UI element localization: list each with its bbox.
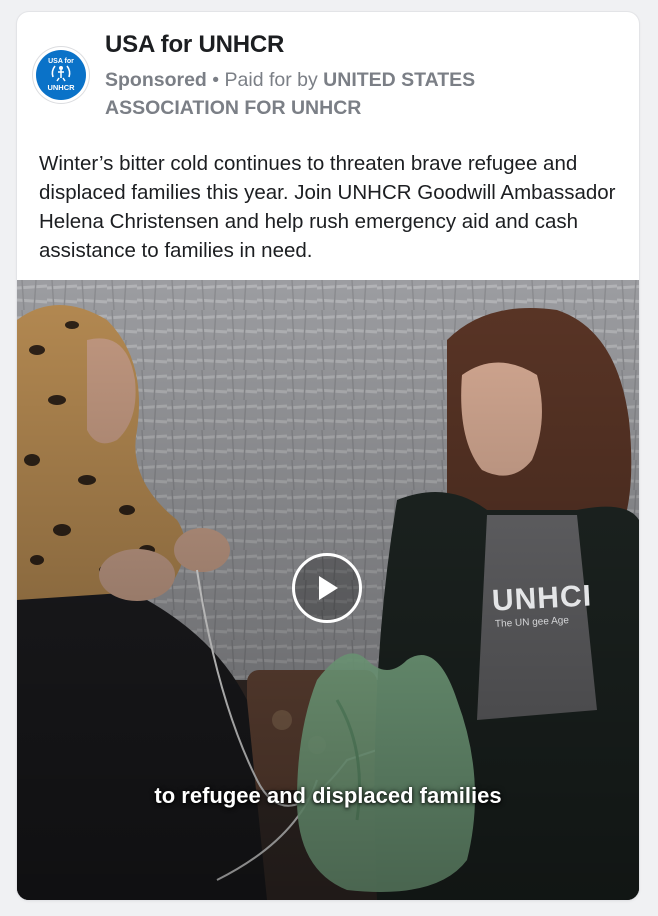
video-player[interactable]: UNHCI The UN gee Age to refugee and disp… xyxy=(17,280,639,900)
sponsored-meta: Sponsored • Paid for by UNITED STATES AS… xyxy=(105,66,545,122)
sponsored-label[interactable]: Sponsored xyxy=(105,69,207,91)
post-header: USA for UNHCR USA for UNHCR Sponsored • … xyxy=(17,12,639,132)
avatar-text-top: USA for xyxy=(48,58,74,65)
shirt-logo-text: UNHCI xyxy=(491,579,593,618)
paid-for-prefix: Paid for by xyxy=(224,69,324,91)
play-icon xyxy=(319,576,338,600)
play-button[interactable] xyxy=(292,553,362,623)
post-body-text: Winter’s bitter cold continues to threat… xyxy=(39,152,616,262)
video-caption: to refugee and displaced families xyxy=(154,783,502,808)
meta-separator: • xyxy=(206,69,225,91)
advertiser-name[interactable]: USA for UNHCR xyxy=(105,31,284,59)
sponsored-post-card: USA for UNHCR USA for UNHCR Sponsored • … xyxy=(17,12,639,900)
advertiser-avatar[interactable]: USA for UNHCR xyxy=(33,47,89,103)
avatar-text-bottom: UNHCR xyxy=(47,83,75,92)
unhcr-logo-icon: USA for UNHCR xyxy=(36,50,86,100)
